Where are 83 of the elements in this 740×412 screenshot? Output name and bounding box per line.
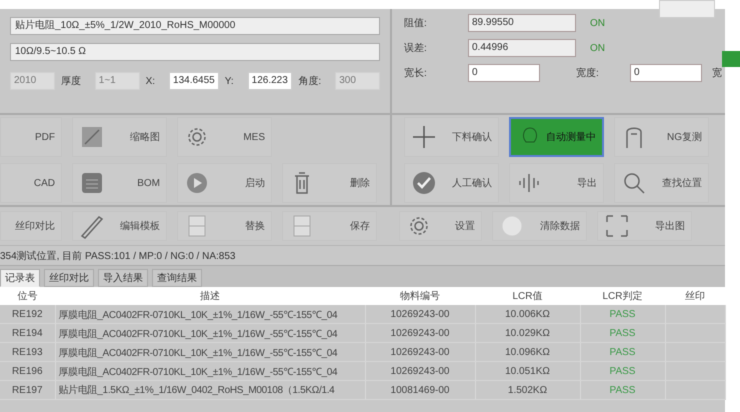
table-cell: 10.096KΩ xyxy=(505,346,550,358)
input-field[interactable]: 126.223 xyxy=(248,72,292,90)
tab[interactable]: 查询结果 xyxy=(152,269,202,287)
input-field[interactable]: 0 xyxy=(468,64,540,82)
table-cell: 10269243-00 xyxy=(390,328,450,338)
table-cell: PASS xyxy=(610,308,636,320)
toolbar-button[interactable]: 编辑模板 xyxy=(72,211,167,241)
table-cell: 10269243-00 xyxy=(390,366,450,376)
toolbar-button[interactable]: 替换 xyxy=(177,211,272,241)
table-cell: 1.502KΩ xyxy=(508,384,548,396)
toolbar-button[interactable]: 启动 xyxy=(177,163,272,203)
table-cell: 厚膜电阻_AC0402FR-0710KL_10K_±1%_1/16W_-55℃-155℃_04 xyxy=(58,310,338,320)
check-icon xyxy=(411,170,437,196)
table-cell: RE193 xyxy=(12,346,43,358)
toolbar-button[interactable]: 保存 xyxy=(282,211,377,241)
part-name-field[interactable]: 贴片电阻_10Ω_±5%_1/2W_2010_RoHS_M00000 xyxy=(10,17,380,35)
column-header: LCR判定 xyxy=(580,287,665,305)
status-text: ON xyxy=(590,18,605,28)
tab[interactable]: 导入结果 xyxy=(98,269,148,287)
column-header: 物料编号 xyxy=(365,287,475,305)
toolbar-button[interactable]: 下料确认 xyxy=(404,117,499,157)
field-label: 宽度: xyxy=(576,66,600,80)
toolbar-button[interactable]: 导出图 xyxy=(597,211,692,241)
field-label: 宽 xyxy=(712,66,722,80)
toolbar-button[interactable]: 删除 xyxy=(282,163,377,203)
toolbar-button[interactable]: 自动测量中 xyxy=(509,117,604,157)
toolbar-button[interactable]: CAD xyxy=(0,163,62,203)
table-cell: RE197 xyxy=(12,384,43,396)
table-cell: 10.051KΩ xyxy=(505,366,550,376)
table-cell: 10269243-00 xyxy=(390,308,450,320)
button[interactable] xyxy=(659,0,715,18)
column-header: LCR值 xyxy=(475,287,580,305)
field-label: 误差: xyxy=(404,42,428,55)
column-header: 位号 xyxy=(0,287,55,305)
toolbar-button[interactable]: 丝印对比 xyxy=(0,211,62,241)
toolbar-button[interactable]: 缩略图 xyxy=(72,117,167,157)
spec-field[interactable]: 10Ω/9.5~10.5 Ω xyxy=(10,43,380,61)
value-field[interactable]: 89.99550 xyxy=(468,14,576,32)
table-cell: PASS xyxy=(610,366,636,376)
expand-icon xyxy=(604,213,630,239)
field-label: X: xyxy=(146,76,156,86)
field-label: Y: xyxy=(224,76,234,86)
toolbar-button[interactable]: 人工确认 xyxy=(404,163,499,203)
table-cell: 厚膜电阻_AC0402FR-0710KL_10K_±1%_1/16W_-55℃-155℃_04 xyxy=(58,348,338,358)
table-cell: PASS xyxy=(610,384,636,396)
table-cell: RE194 xyxy=(12,328,43,338)
input-field[interactable]: 134.6455 xyxy=(169,72,219,90)
field-label: 阻值: xyxy=(404,17,428,30)
table-cell: RE196 xyxy=(12,366,43,376)
field-label: 角度: xyxy=(298,74,322,88)
tab[interactable]: 记录表 xyxy=(0,269,40,287)
table-cell: RE192 xyxy=(12,308,43,320)
toolbar-button[interactable]: 设置 xyxy=(399,211,482,241)
status-text: ON xyxy=(590,42,605,54)
toolbar-button[interactable]: 清除数据 xyxy=(492,211,587,241)
column-header: 丝印 xyxy=(665,287,725,305)
tab[interactable]: 丝印对比 xyxy=(44,269,94,287)
table-cell: 贴片电阻_1.5KΩ_±1%_1/16W_0402_RoHS_M00108（1.5KΩ/1.4 xyxy=(58,385,334,396)
field-label: 宽长: xyxy=(404,66,428,80)
toolbar-button[interactable]: PDF xyxy=(0,117,62,157)
play-icon xyxy=(184,170,210,196)
list-icon xyxy=(79,170,105,196)
table-cell: 厚膜电阻_AC0402FR-0710KL_10K_±1%_1/16W_-55℃-155℃_04 xyxy=(58,328,338,340)
value-field[interactable]: 0.44996 xyxy=(468,39,576,57)
table-cell: 厚膜电阻_AC0402FR-0710KL_10K_±1%_1/16W_-55℃-155℃_04 xyxy=(58,366,338,378)
plus-icon xyxy=(411,124,437,150)
table-cell: PASS xyxy=(610,328,636,338)
toolbar-button[interactable]: 查找位置 xyxy=(614,163,709,203)
table-cell: 10081469-00 xyxy=(390,384,450,396)
table-cell: PASS xyxy=(610,346,636,358)
input-field[interactable]: 0 xyxy=(630,64,702,82)
toolbar-button[interactable]: NG复测 xyxy=(614,117,709,157)
table-cell: 10269243-00 xyxy=(390,346,450,358)
column-header: 描述 xyxy=(55,287,365,305)
table-cell: 10.029KΩ xyxy=(505,328,550,338)
toolbar-button[interactable]: BOM xyxy=(72,163,167,203)
toolbar-button[interactable]: MES xyxy=(177,117,272,157)
toolbar-button[interactable]: 导出 xyxy=(509,163,604,203)
status-indicator xyxy=(722,51,740,67)
image-icon xyxy=(79,124,105,150)
table-cell: 10.006KΩ xyxy=(505,308,550,320)
pencil-icon xyxy=(79,213,105,239)
field-label: 厚度 xyxy=(60,74,81,88)
